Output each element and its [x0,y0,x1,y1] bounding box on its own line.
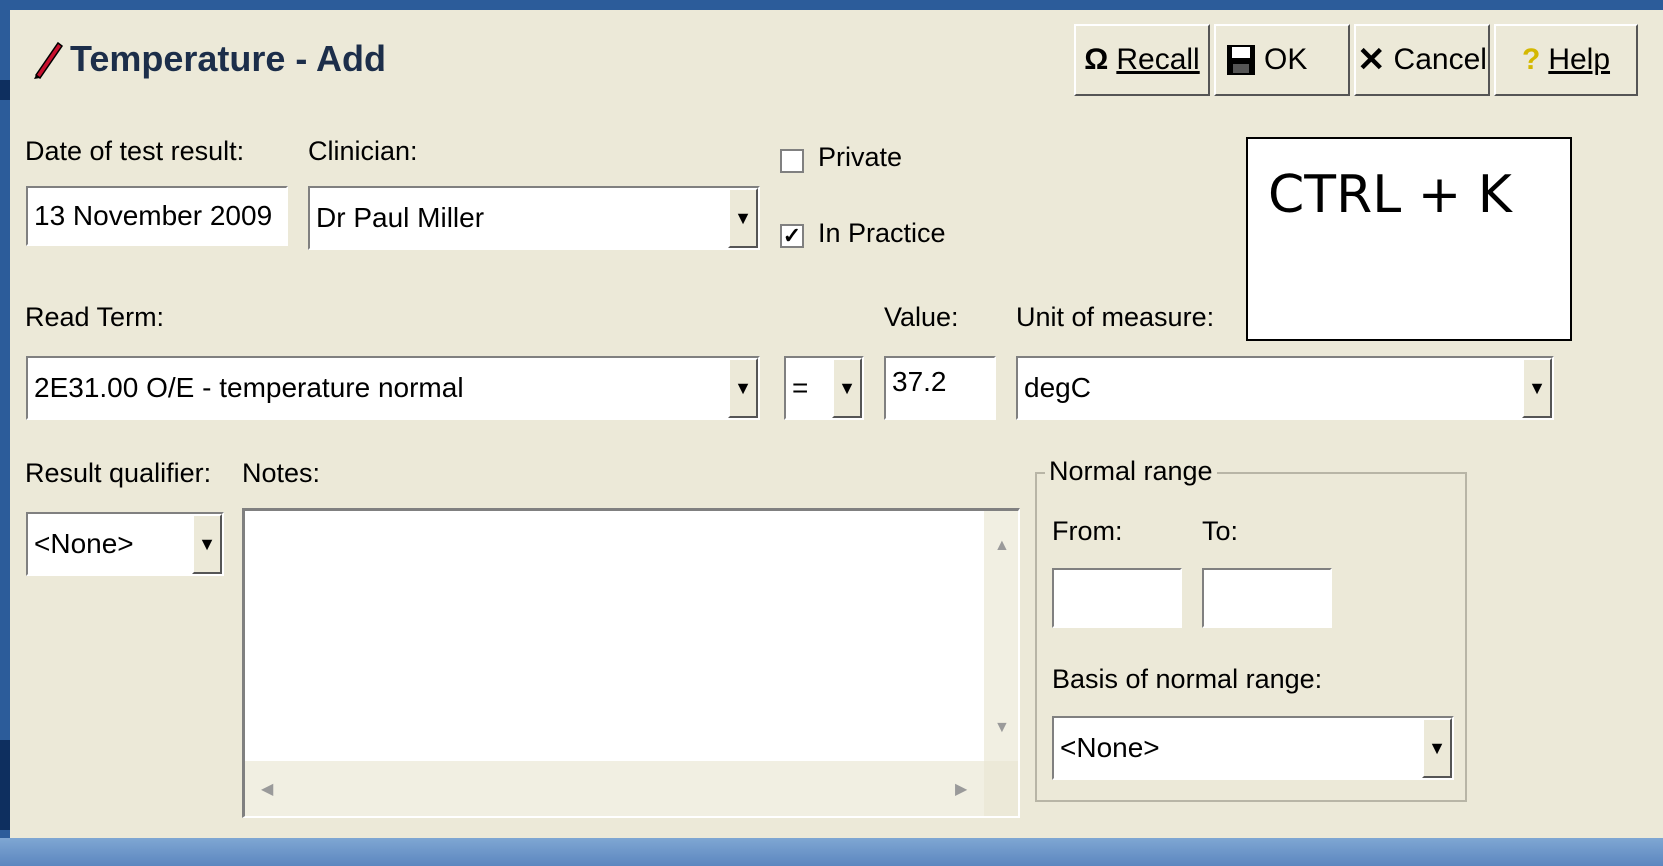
value-field[interactable]: 37.2 [884,356,996,420]
window-bottom-edge [0,838,1663,866]
recall-button[interactable]: Ω Recall [1074,24,1210,96]
read-term-value: 2E31.00 O/E - temperature normal [34,372,464,403]
qualifier-select[interactable]: <None> ▼ [26,512,224,576]
unit-value: degC [1024,372,1091,403]
basis-value: <None> [1060,732,1160,763]
notes-vertical-scrollbar[interactable]: ▲ ▼ [984,511,1018,761]
temperature-add-dialog: Temperature - Add Ω Recall OK ✕ Cancel ?… [0,0,1663,866]
scroll-up-icon[interactable]: ▲ [994,537,1010,555]
help-button[interactable]: ? Help [1494,24,1638,96]
basis-label: Basis of normal range: [1052,664,1323,694]
chevron-down-icon[interactable]: ▼ [1522,358,1552,418]
clinician-value: Dr Paul Miller [316,202,485,233]
operator-value: = [792,372,809,403]
chevron-down-icon[interactable]: ▼ [192,514,222,574]
help-label: Help [1548,43,1611,76]
qualifier-value: <None> [34,528,134,559]
cancel-button[interactable]: ✕ Cancel [1354,24,1490,96]
dialog-title: Temperature - Add [30,38,386,80]
date-field[interactable]: 13 November 2009 [26,186,288,246]
qualifier-label: Result qualifier: [25,458,212,488]
scroll-down-icon[interactable]: ▼ [994,719,1010,737]
shortcut-callout: CTRL + K [1246,137,1572,341]
x-icon: ✕ [1357,41,1386,79]
date-label: Date of test result: [25,136,245,166]
window-top-edge [0,0,1663,10]
from-field[interactable] [1052,568,1182,628]
ok-label: OK [1264,43,1308,76]
scroll-left-icon[interactable]: ◀ [261,779,273,799]
in-practice-label: In Practice [818,218,946,248]
basis-select[interactable]: <None> ▼ [1052,716,1454,780]
question-icon: ? [1521,43,1541,76]
notes-horizontal-scrollbar[interactable]: ◀ ▶ [245,761,985,816]
cancel-label: Cancel [1393,43,1487,76]
chevron-down-icon[interactable]: ▼ [728,358,758,418]
clinician-select[interactable]: Dr Paul Miller ▼ [308,186,760,250]
chevron-down-icon[interactable]: ▼ [728,188,758,248]
value-label: Value: [884,302,959,332]
read-term-label: Read Term: [25,302,165,332]
private-label: Private [818,142,903,172]
save-disk-icon [1227,45,1255,75]
shortcut-text: CTRL + K [1268,165,1512,225]
notes-textarea[interactable]: ▲ ▼ ◀ ▶ [242,508,1020,818]
unit-select[interactable]: degC ▼ [1016,356,1554,420]
operator-select[interactable]: = ▼ [784,356,864,420]
read-term-select[interactable]: 2E31.00 O/E - temperature normal ▼ [26,356,760,420]
dialog-title-text: Temperature - Add [70,38,387,79]
to-label: To: [1202,516,1239,546]
window-left-edge [0,0,10,866]
clinician-label: Clinician: [308,136,418,166]
notes-label: Notes: [242,458,321,488]
recall-label: Recall [1116,43,1200,76]
chevron-down-icon[interactable]: ▼ [1422,718,1452,778]
to-field[interactable] [1202,568,1332,628]
scroll-corner [984,761,1018,816]
in-practice-checkbox[interactable]: ✓ [780,224,804,248]
omega-icon: Ω [1084,43,1109,76]
unit-label: Unit of measure: [1016,302,1215,332]
private-checkbox[interactable] [780,149,804,173]
pencil-icon [34,41,64,79]
normal-range-legend: Normal range [1045,456,1217,487]
ok-button[interactable]: OK [1214,24,1350,96]
from-label: From: [1052,516,1123,546]
scroll-right-icon[interactable]: ▶ [955,779,967,799]
chevron-down-icon[interactable]: ▼ [832,358,862,418]
